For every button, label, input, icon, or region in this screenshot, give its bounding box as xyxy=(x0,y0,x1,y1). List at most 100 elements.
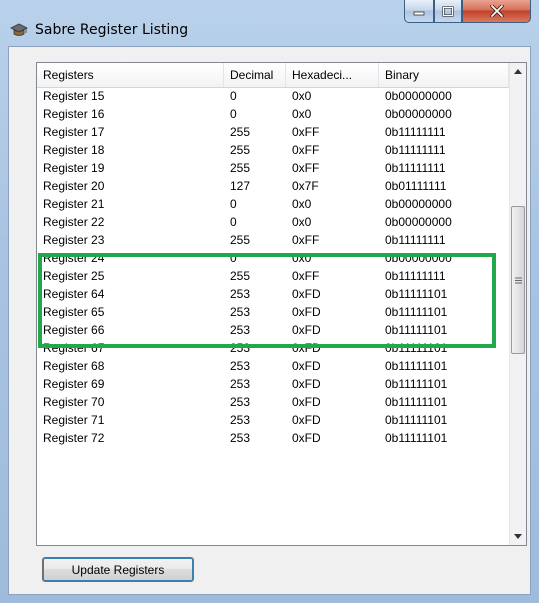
chevron-down-icon xyxy=(514,534,522,539)
table-row[interactable]: Register 66 253 0xFD 0b11111101 xyxy=(37,321,509,339)
binary-cell: 0b11111101 xyxy=(385,431,448,445)
table-row[interactable]: Register 23 255 0xFF 0b11111111 xyxy=(37,231,509,249)
table-row[interactable]: Register 25 255 0xFF 0b11111111 xyxy=(37,267,509,285)
table-row[interactable]: Register 22 0 0x0 0b00000000 xyxy=(37,213,509,231)
table-row[interactable]: Register 70 253 0xFD 0b11111101 xyxy=(37,393,509,411)
list-header: Registers Decimal Hexadeci... Binary xyxy=(37,63,509,88)
hexadecimal-cell: 0xFD xyxy=(292,377,321,391)
decimal-cell: 0 xyxy=(230,251,237,265)
binary-cell: 0b00000000 xyxy=(385,107,452,121)
decimal-cell: 253 xyxy=(230,341,251,355)
update-registers-button[interactable]: Update Registers xyxy=(42,557,194,582)
title-bar[interactable]: Sabre Register Listing xyxy=(0,0,539,46)
column-header-registers[interactable]: Registers xyxy=(37,63,224,87)
table-row[interactable]: Register 24 0 0x0 0b00000000 xyxy=(37,249,509,267)
table-row[interactable]: Register 64 253 0xFD 0b11111101 xyxy=(37,285,509,303)
hexadecimal-cell: 0xFD xyxy=(292,395,321,409)
hexadecimal-cell: 0x0 xyxy=(292,251,312,265)
table-row[interactable]: Register 21 0 0x0 0b00000000 xyxy=(37,195,509,213)
hexadecimal-cell: 0xFD xyxy=(292,287,321,301)
table-row[interactable]: Register 15 0 0x0 0b00000000 xyxy=(37,87,509,105)
window-title: Sabre Register Listing xyxy=(35,22,189,38)
decimal-cell: 253 xyxy=(230,287,251,301)
table-row[interactable]: Register 17 255 0xFF 0b11111111 xyxy=(37,123,509,141)
table-row[interactable]: Register 19 255 0xFF 0b11111111 xyxy=(37,159,509,177)
binary-cell: 0b11111101 xyxy=(385,305,448,319)
table-row[interactable]: Register 16 0 0x0 0b00000000 xyxy=(37,105,509,123)
column-header-binary[interactable]: Binary xyxy=(379,63,509,87)
sabre-app-icon xyxy=(10,23,28,36)
register-name-cell: Register 70 xyxy=(43,395,105,409)
binary-cell: 0b11111101 xyxy=(385,323,448,337)
binary-cell: 0b00000000 xyxy=(385,251,452,265)
decimal-cell: 253 xyxy=(230,359,251,373)
list-rows: Register 15 0 0x0 0b00000000 Register 16 0 0x0… xyxy=(37,87,509,447)
scrollbar-thumb[interactable] xyxy=(511,206,525,354)
decimal-cell: 253 xyxy=(230,323,251,337)
binary-cell: 0b11111101 xyxy=(385,377,448,391)
hexadecimal-cell: 0xFD xyxy=(292,305,321,319)
register-name-cell: Register 64 xyxy=(43,287,105,301)
chevron-up-icon xyxy=(514,69,522,74)
hexadecimal-cell: 0xFD xyxy=(292,341,321,355)
binary-cell: 0b11111111 xyxy=(385,125,446,139)
binary-cell: 0b00000000 xyxy=(385,89,452,103)
hexadecimal-cell: 0xFD xyxy=(292,323,321,337)
decimal-cell: 255 xyxy=(230,161,251,175)
hexadecimal-cell: 0xFD xyxy=(292,359,321,373)
minimize-button[interactable] xyxy=(404,0,434,23)
table-row[interactable]: Register 18 255 0xFF 0b11111111 xyxy=(37,141,509,159)
register-name-cell: Register 65 xyxy=(43,305,105,319)
column-header-decimal[interactable]: Decimal xyxy=(224,63,286,87)
binary-cell: 0b11111111 xyxy=(385,233,446,247)
decimal-cell: 255 xyxy=(230,233,251,247)
table-row[interactable]: Register 71 253 0xFD 0b11111101 xyxy=(37,411,509,429)
hexadecimal-cell: 0x7F xyxy=(292,179,319,193)
maximize-button[interactable] xyxy=(434,0,462,23)
binary-cell: 0b01111111 xyxy=(385,179,447,193)
grip-icon xyxy=(514,277,522,283)
table-row[interactable]: Register 72 253 0xFD 0b11111101 xyxy=(37,429,509,447)
register-name-cell: Register 23 xyxy=(43,233,105,247)
register-name-cell: Register 21 xyxy=(43,197,105,211)
register-name-cell: Register 24 xyxy=(43,251,105,265)
hexadecimal-cell: 0x0 xyxy=(292,197,312,211)
decimal-cell: 253 xyxy=(230,395,251,409)
table-row[interactable]: Register 67 253 0xFD 0b11111101 xyxy=(37,339,509,357)
register-name-cell: Register 18 xyxy=(43,143,105,157)
table-row[interactable]: Register 20 127 0x7F 0b01111111 xyxy=(37,177,509,195)
binary-cell: 0b11111101 xyxy=(385,341,448,355)
table-row[interactable]: Register 69 253 0xFD 0b11111101 xyxy=(37,375,509,393)
close-button[interactable] xyxy=(462,0,531,23)
decimal-cell: 253 xyxy=(230,431,251,445)
decimal-cell: 253 xyxy=(230,377,251,391)
column-header-hexadecimal[interactable]: Hexadeci... xyxy=(286,63,379,87)
binary-cell: 0b00000000 xyxy=(385,215,452,229)
register-name-cell: Register 22 xyxy=(43,215,105,229)
register-name-cell: Register 67 xyxy=(43,341,105,355)
binary-cell: 0b00000000 xyxy=(385,197,452,211)
vertical-scrollbar[interactable] xyxy=(509,63,526,545)
decimal-cell: 255 xyxy=(230,143,251,157)
scroll-up-button[interactable] xyxy=(510,63,526,80)
decimal-cell: 255 xyxy=(230,269,251,283)
maximize-icon xyxy=(442,5,454,17)
decimal-cell: 255 xyxy=(230,125,251,139)
register-name-cell: Register 71 xyxy=(43,413,105,427)
register-list-view[interactable]: Registers Decimal Hexadeci... Binary Reg… xyxy=(36,62,527,546)
minimize-icon xyxy=(413,11,425,16)
table-row[interactable]: Register 68 253 0xFD 0b11111101 xyxy=(37,357,509,375)
binary-cell: 0b11111111 xyxy=(385,161,446,175)
scroll-down-button[interactable] xyxy=(510,528,526,545)
decimal-cell: 0 xyxy=(230,89,237,103)
table-row[interactable]: Register 65 253 0xFD 0b11111101 xyxy=(37,303,509,321)
hexadecimal-cell: 0xFD xyxy=(292,413,321,427)
hexadecimal-cell: 0xFF xyxy=(292,125,320,139)
register-name-cell: Register 17 xyxy=(43,125,105,139)
hexadecimal-cell: 0x0 xyxy=(292,107,312,121)
hexadecimal-cell: 0xFF xyxy=(292,161,320,175)
hexadecimal-cell: 0xFF xyxy=(292,269,320,283)
register-name-cell: Register 19 xyxy=(43,161,105,175)
hexadecimal-cell: 0xFD xyxy=(292,431,321,445)
binary-cell: 0b11111101 xyxy=(385,359,448,373)
